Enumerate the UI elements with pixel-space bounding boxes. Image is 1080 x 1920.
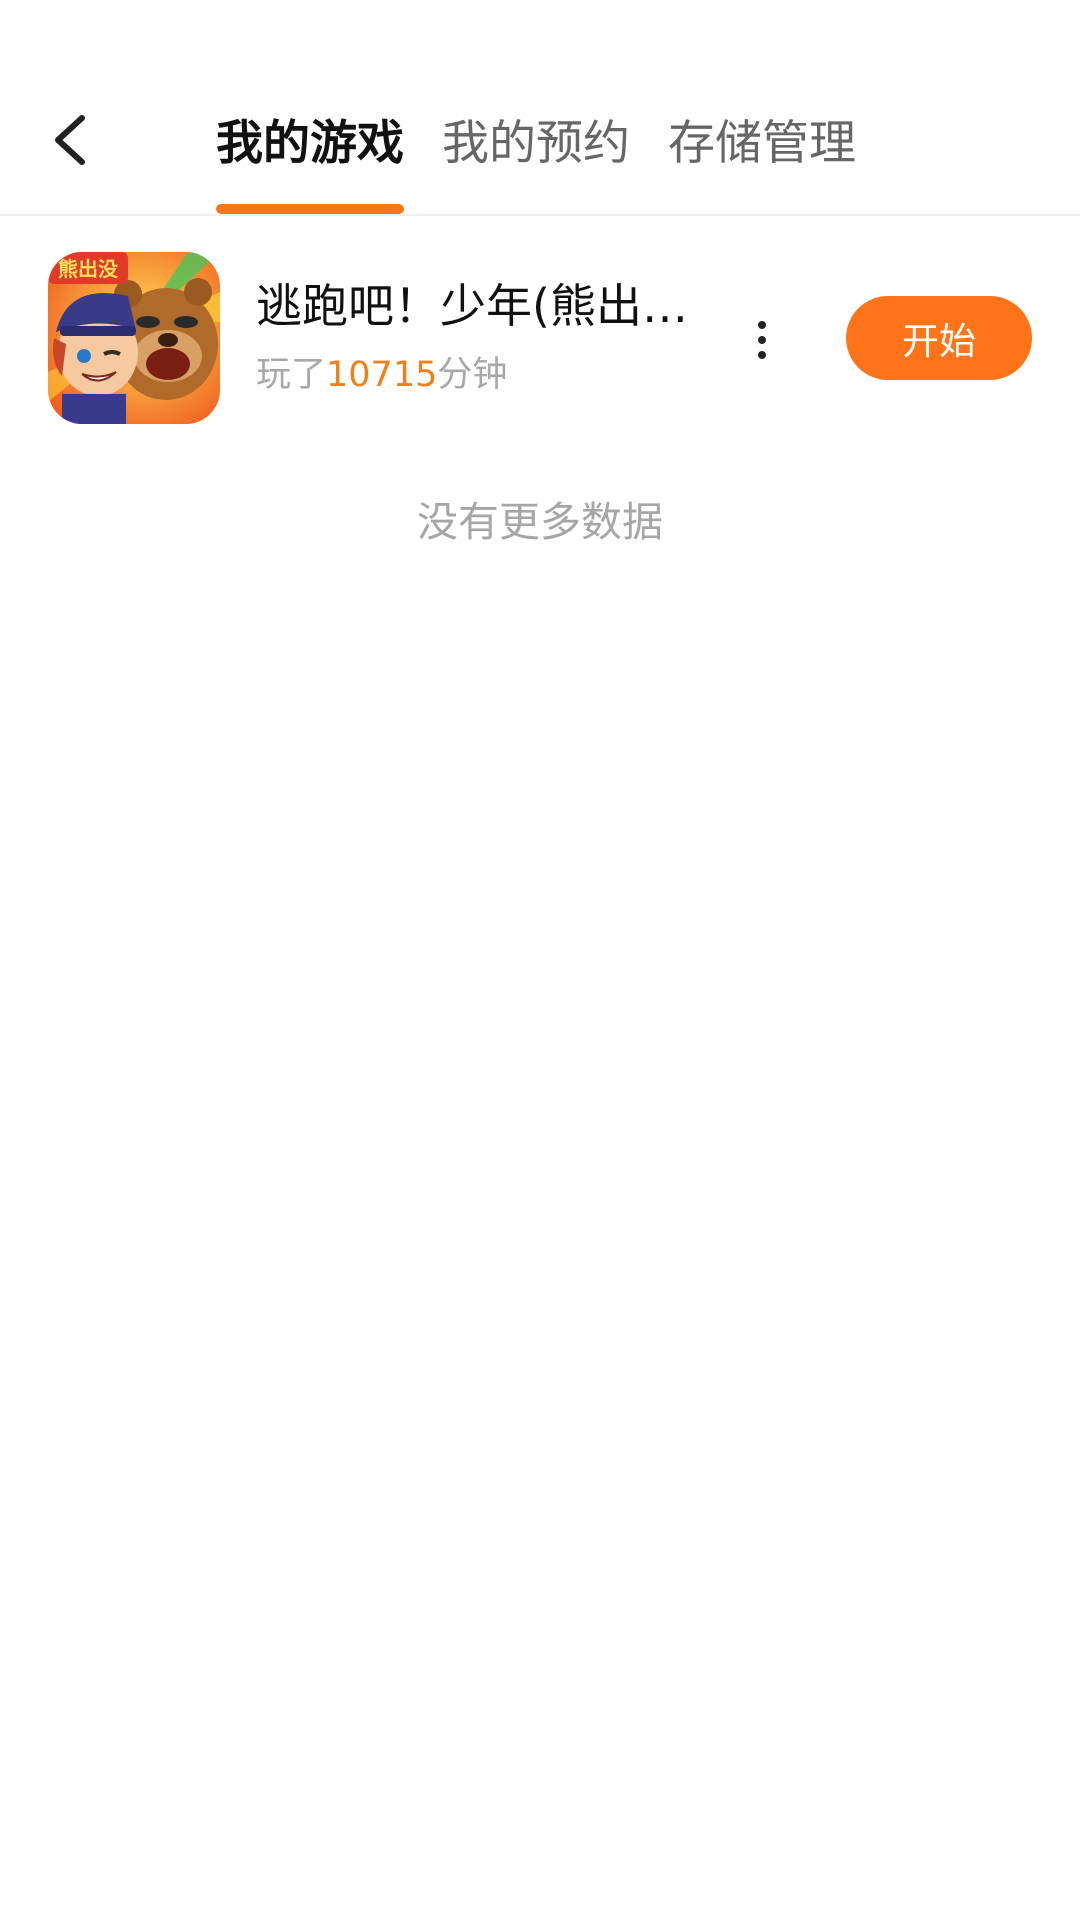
active-tab-indicator (216, 204, 404, 214)
play-time: 玩了10715分钟 (256, 350, 507, 400)
svg-text:熊出没: 熊出没 (58, 257, 119, 281)
more-options-button[interactable] (738, 300, 786, 380)
header: 我的游戏 我的预约 存储管理 (0, 0, 1080, 216)
chevron-left-icon (55, 115, 85, 165)
play-time-prefix: 玩了 (256, 355, 327, 395)
tab-label: 我的游戏 (216, 116, 404, 171)
back-button[interactable] (30, 100, 110, 180)
more-vertical-icon (758, 321, 766, 329)
tab-my-games[interactable]: 我的游戏 (216, 108, 404, 216)
tab-bar: 我的游戏 我的预约 存储管理 (216, 108, 894, 216)
start-game-button[interactable]: 开始 (846, 296, 1032, 380)
play-time-minutes: 10715 (326, 355, 438, 395)
more-vertical-icon-dot (758, 336, 766, 344)
tab-label: 存储管理 (668, 116, 856, 171)
tab-storage-management[interactable]: 存储管理 (668, 108, 856, 216)
game-title: 逃跑吧！少年(熊出… (256, 279, 688, 333)
game-list-item[interactable]: 熊出没 逃跑吧！少年(熊出… 玩了10715分钟 开始 (0, 240, 1080, 440)
more-vertical-icon-dot (758, 351, 766, 359)
my-games-screen: 我的游戏 我的预约 存储管理 熊出没 逃跑吧！少年(熊出… 玩了10715分钟 … (0, 0, 1080, 1920)
no-more-data-text: 没有更多数据 (417, 498, 663, 546)
tab-label: 我的预约 (442, 116, 630, 171)
game-icon[interactable]: 熊出没 (48, 252, 220, 424)
tab-my-reservations[interactable]: 我的预约 (442, 108, 630, 216)
play-time-suffix: 分钟 (437, 355, 508, 395)
